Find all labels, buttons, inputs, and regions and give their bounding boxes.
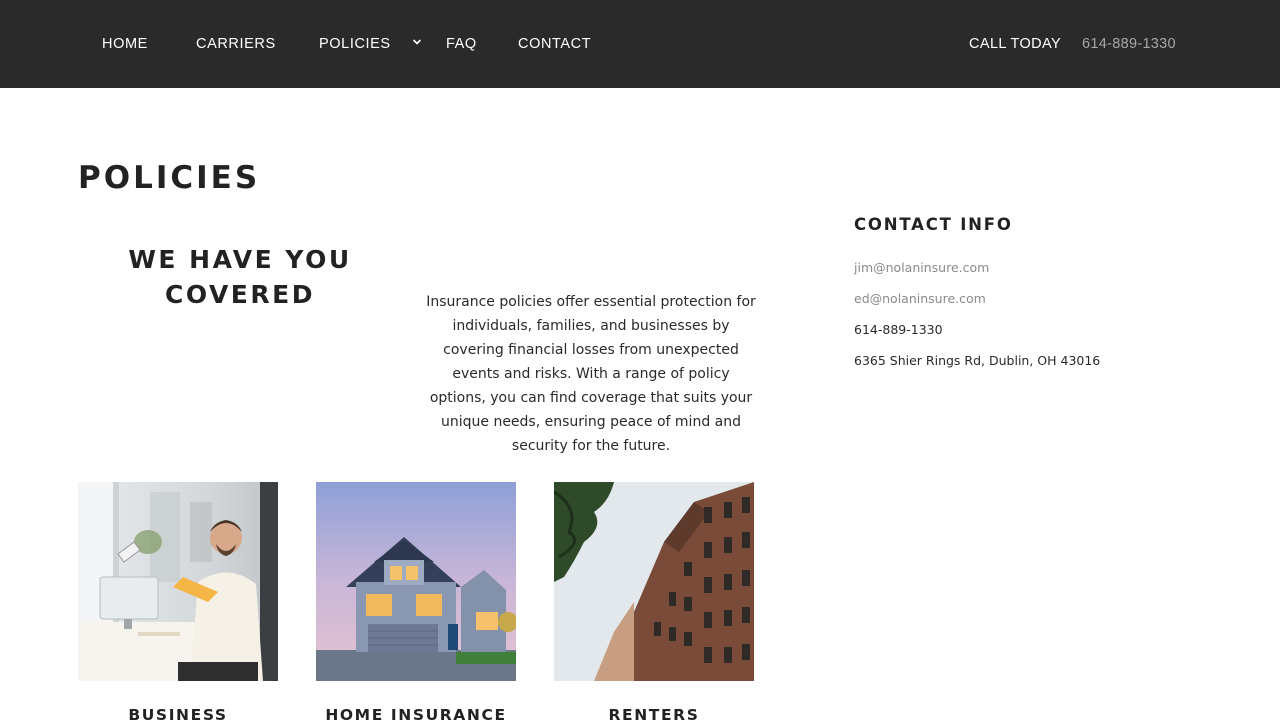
contact-info-title: CONTACT INFO: [854, 215, 1013, 234]
home-insurance-photo[interactable]: [316, 482, 516, 681]
nav-faq-link[interactable]: FAQ: [446, 35, 477, 53]
contact-email-ed[interactable]: ed@nolaninsure.com: [854, 290, 986, 308]
covered-heading-line1: WE HAVE YOU: [128, 245, 352, 274]
intro-paragraph: Insurance policies offer essential prote…: [426, 294, 756, 454]
nav-carriers-link[interactable]: CARRIERS: [196, 35, 276, 53]
renters-photo[interactable]: [554, 482, 754, 681]
top-nav-bar: HOME CARRIERS POLICIES FAQ CONTACT CALL …: [0, 0, 1280, 88]
card-label-business[interactable]: BUSINESS: [58, 703, 298, 720]
call-today-label: CALL TODAY: [969, 36, 1062, 52]
call-phone-link[interactable]: 614-889-1330: [1082, 35, 1176, 53]
business-photo[interactable]: [78, 482, 278, 681]
nav-policies-link[interactable]: POLICIES: [319, 35, 391, 53]
covered-heading-line2: COVERED: [165, 280, 315, 309]
chevron-down-icon[interactable]: [412, 37, 422, 47]
card-label-renters[interactable]: RENTERS: [534, 703, 774, 720]
nav-home-link[interactable]: HOME: [102, 35, 148, 53]
contact-phone: 614-889-1330: [854, 322, 943, 337]
nav-contact-link[interactable]: CONTACT: [518, 35, 591, 53]
contact-address: 6365 Shier Rings Rd, Dublin, OH 43016: [854, 353, 1101, 368]
card-label-home-insurance[interactable]: HOME INSURANCE: [296, 703, 536, 720]
contact-email-jim[interactable]: jim@nolaninsure.com: [854, 259, 989, 277]
page-title: POLICIES: [78, 160, 261, 196]
covered-heading: WE HAVE YOU COVERED: [100, 242, 380, 312]
